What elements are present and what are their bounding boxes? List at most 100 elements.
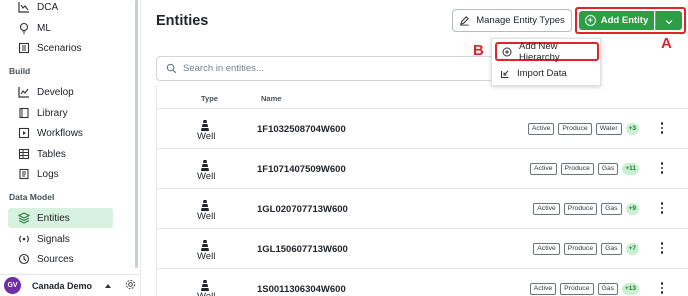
caret-up-icon[interactable] [105, 283, 112, 288]
table-row[interactable]: Well 1F1032508704W600 Active Produce Wat… [157, 109, 688, 149]
sidebar-item-label: Develop [37, 86, 74, 98]
sidebar-item-label: Scenarios [37, 42, 82, 54]
sidebar-item-signals[interactable]: Signals [8, 229, 113, 249]
entity-type: Well [197, 211, 216, 222]
row-actions-kebab-icon[interactable] [660, 202, 664, 214]
tag-badge: Produce [560, 283, 594, 295]
entity-name[interactable]: 1GL020707713W600 [257, 204, 348, 215]
row-actions-kebab-icon[interactable] [660, 122, 664, 134]
search-icon [166, 63, 177, 74]
sidebar-item-library[interactable]: Library [8, 103, 113, 123]
entity-type: Well [197, 291, 215, 296]
tag-badge: Gas [597, 283, 618, 295]
row-actions-kebab-icon[interactable] [660, 162, 664, 174]
chevron-down-icon [665, 12, 673, 30]
more-tags-badge[interactable]: +11 [622, 163, 639, 175]
manage-entity-types-button[interactable]: Manage Entity Types [452, 9, 572, 32]
tag-badge: Active [527, 123, 555, 135]
sidebar-item-sources[interactable]: Sources [8, 249, 113, 269]
sidebar-item-label: Entities [37, 212, 70, 224]
tag-badge: Produce [563, 203, 598, 215]
chart-develop-icon [17, 86, 30, 99]
sidebar-section-build: Build [9, 66, 31, 76]
add-entity-highlight: + Add Entity [575, 7, 686, 34]
sidebar-item-develop[interactable]: Develop [8, 82, 113, 102]
menu-item-add-new-hierarchy[interactable]: Add New Hierarchy [495, 40, 599, 63]
app-window: DCA ML Scenarios Build Develop Library W… [0, 0, 688, 296]
table-row[interactable]: Well 1GL150607713W600 Active Produce Gas… [157, 229, 688, 269]
entity-tags: Active Produce Gas +11 [530, 163, 639, 175]
tag-badge: Produce [558, 123, 592, 135]
add-entity-button[interactable]: + Add Entity [579, 11, 654, 30]
add-entity-dropdown-menu: Add New Hierarchy Import Data [491, 38, 601, 86]
sidebar-item-label: Logs [37, 168, 59, 180]
table-row[interactable]: Well 1GL020707713W600 Active Produce Gas… [157, 189, 688, 229]
entities-table: Type Name Well 1F1032508704W600 Active P… [156, 85, 688, 296]
search-placeholder: Search in entities... [183, 63, 264, 74]
tag-badge: Gas [601, 203, 622, 215]
workflow-icon [17, 127, 30, 140]
signal-icon [17, 233, 30, 246]
menu-item-label: Import Data [517, 68, 567, 79]
sidebar-item-label: DCA [37, 1, 59, 13]
more-tags-badge[interactable]: +13 [621, 283, 639, 295]
entity-name[interactable]: 1F1032508704W600 [257, 124, 346, 135]
sidebar-item-label: ML [37, 22, 51, 34]
table-row[interactable]: Well 1F1071407509W600 Active Produce Gas… [157, 149, 688, 189]
sidebar-item-label: Tables [37, 148, 66, 160]
more-tags-badge[interactable]: +7 [625, 243, 639, 255]
table-icon [17, 148, 30, 161]
entity-tags: Active Produce Gas +7 [533, 243, 639, 255]
tag-badge: Active [533, 243, 560, 255]
pencil-icon [459, 15, 470, 26]
book-icon [17, 107, 30, 120]
tag-badge: Active [533, 203, 560, 215]
tag-badge: Active [529, 283, 557, 295]
column-header-type[interactable]: Type [201, 94, 218, 103]
add-entity-dropdown-toggle[interactable] [655, 11, 682, 30]
sidebar-item-label: Workflows [37, 127, 83, 139]
log-icon [17, 168, 30, 181]
entity-tags: Active Produce Water +3 [527, 123, 639, 135]
sidebar-item-label: Sources [37, 253, 74, 265]
row-actions-kebab-icon[interactable] [660, 282, 664, 294]
sidebar-item-label: Signals [37, 233, 70, 245]
menu-item-import-data[interactable]: Import Data [495, 64, 599, 83]
tag-badge: Active [530, 163, 557, 175]
gear-icon[interactable] [125, 277, 136, 295]
tag-badge: Produce [563, 243, 598, 255]
entity-type: Well [197, 171, 216, 182]
entity-name[interactable]: 1S0011306304W600 [257, 284, 346, 295]
column-header-name[interactable]: Name [261, 94, 281, 103]
chart-line-icon [17, 1, 30, 14]
tag-badge: Gas [597, 163, 619, 175]
sidebar-item-tables[interactable]: Tables [8, 144, 113, 164]
sidebar-item-logs[interactable]: Logs [8, 164, 113, 184]
source-icon [17, 253, 30, 266]
entity-type: Well [197, 251, 216, 262]
sidebar-item-entities[interactable]: Entities [8, 208, 113, 228]
more-tags-badge[interactable]: +3 [625, 123, 639, 135]
menu-item-label: Add New Hierarchy [519, 40, 560, 63]
sidebar-item-workflows[interactable]: Workflows [8, 123, 113, 143]
main-content: Entities Manage Entity Types + Add Entit… [142, 0, 688, 296]
tag-badge: Produce [560, 163, 594, 175]
sidebar-section-data-model: Data Model [9, 192, 55, 202]
sidebar-item-ml[interactable]: ML [8, 18, 113, 38]
entity-tags: Active Produce Gas +9 [533, 203, 639, 215]
tag-badge: Gas [601, 243, 622, 255]
row-actions-kebab-icon[interactable] [660, 242, 664, 254]
entity-name[interactable]: 1GL150607713W600 [257, 244, 348, 255]
lightbulb-icon [17, 22, 30, 35]
entity-name[interactable]: 1F1071407509W600 [257, 164, 346, 175]
sidebar-footer: GV Canada Demo [0, 274, 141, 296]
avatar[interactable]: GV [4, 277, 21, 294]
import-icon [500, 69, 510, 79]
entity-tags: Active Produce Gas +13 [529, 283, 639, 295]
more-tags-badge[interactable]: +9 [625, 203, 639, 215]
sidebar-item-scenarios[interactable]: Scenarios [8, 38, 113, 58]
sidebar-scrollbar[interactable] [135, 0, 138, 268]
sidebar-item-dca[interactable]: DCA [8, 0, 113, 17]
table-row[interactable]: Well 1S0011306304W600 Active Produce Gas… [157, 269, 688, 296]
org-switcher-label[interactable]: Canada Demo [32, 281, 92, 291]
